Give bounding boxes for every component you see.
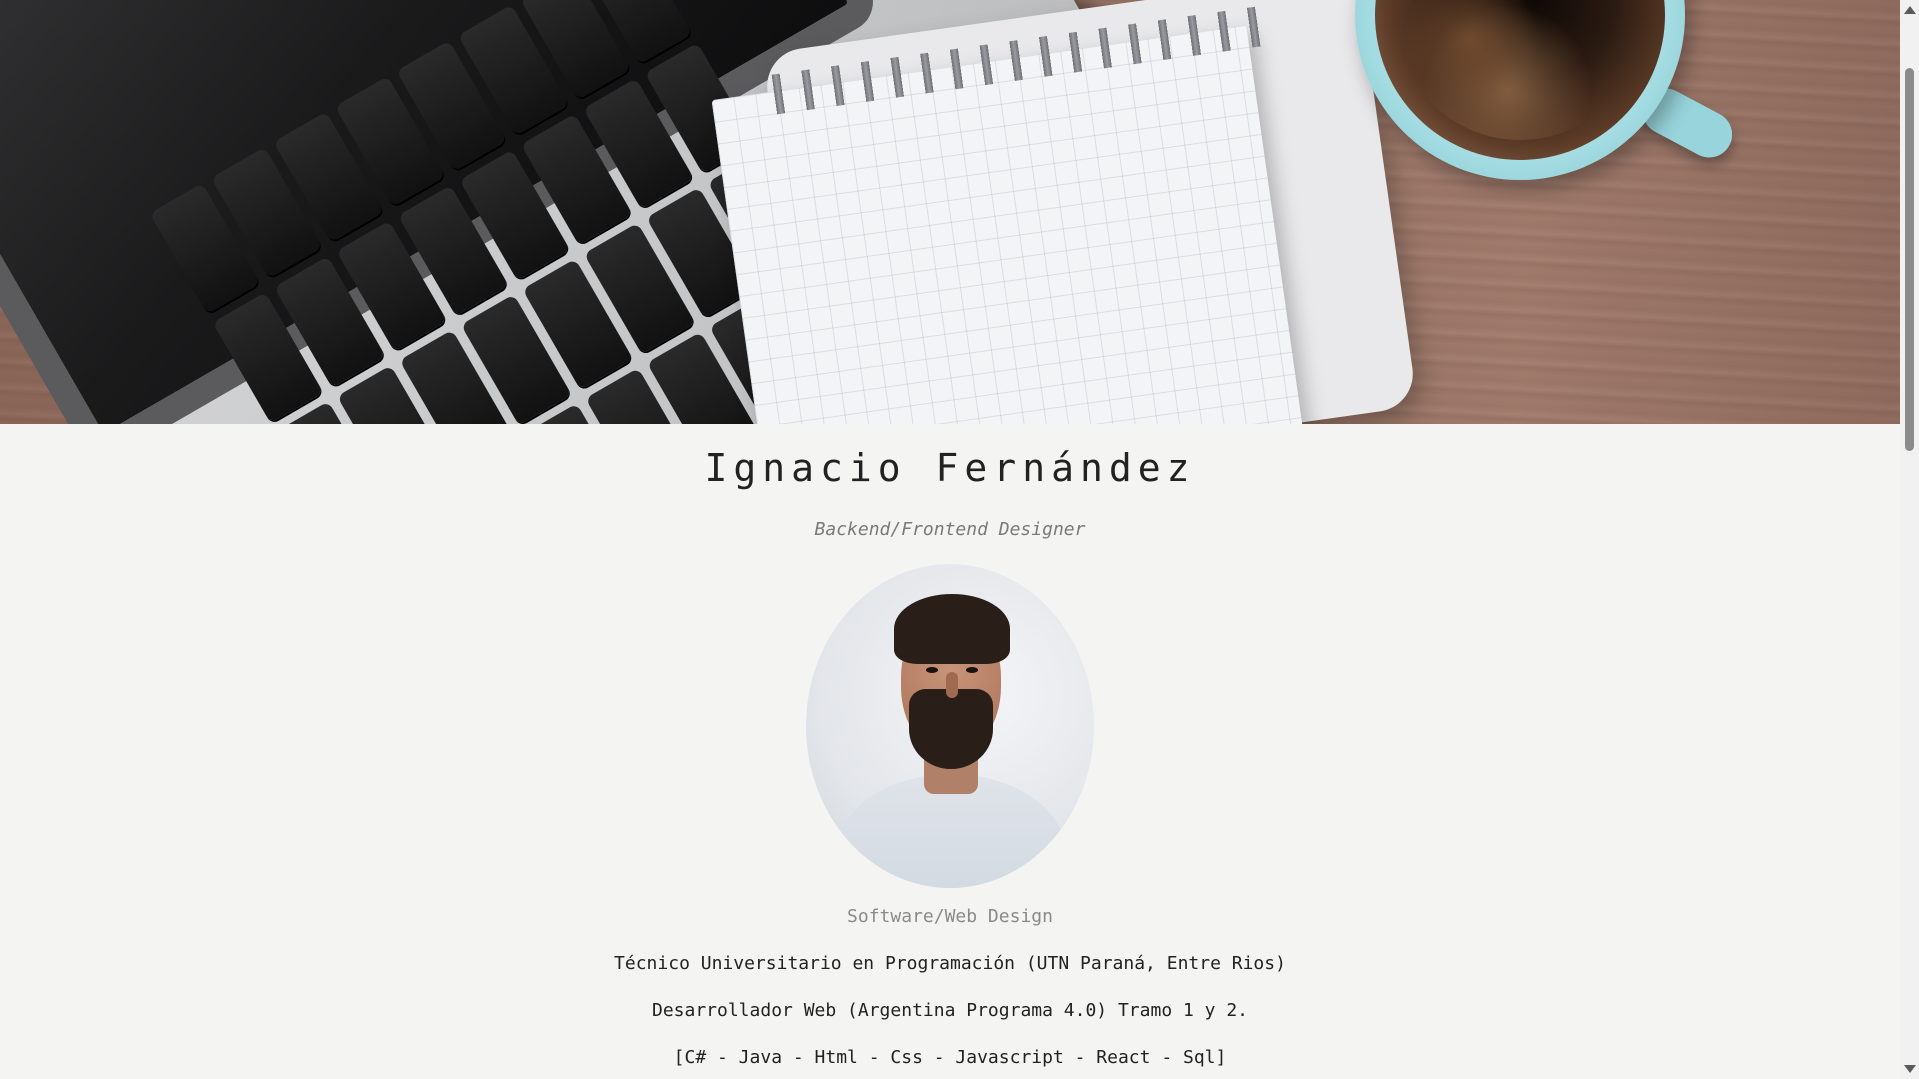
scroll-down-icon[interactable] (1904, 1065, 1916, 1073)
vertical-scrollbar[interactable] (1900, 0, 1919, 1079)
profile-subtitle: Software/Web Design (847, 906, 1053, 927)
avatar-beard (909, 689, 993, 769)
profile-skills: [C# - Java - Html - Css - Javascript - R… (673, 1047, 1227, 1068)
avatar-hair (894, 594, 1010, 664)
page: Ignacio Fernández Backend/Frontend Desig… (0, 0, 1919, 1079)
profile-role: Backend/Frontend Designer (814, 519, 1086, 540)
avatar (806, 564, 1094, 888)
profile-education: Técnico Universitario en Programación (U… (614, 953, 1286, 974)
avatar-nose (946, 672, 958, 698)
scroll-up-icon[interactable] (1904, 6, 1916, 14)
profile-name: Ignacio Fernández (704, 446, 1196, 490)
hero-banner-image (0, 0, 1900, 424)
avatar-eye (926, 667, 938, 673)
avatar-eye (966, 667, 978, 673)
profile-course: Desarrollador Web (Argentina Programa 4.… (651, 1000, 1249, 1021)
scroll-thumb[interactable] (1905, 68, 1914, 451)
